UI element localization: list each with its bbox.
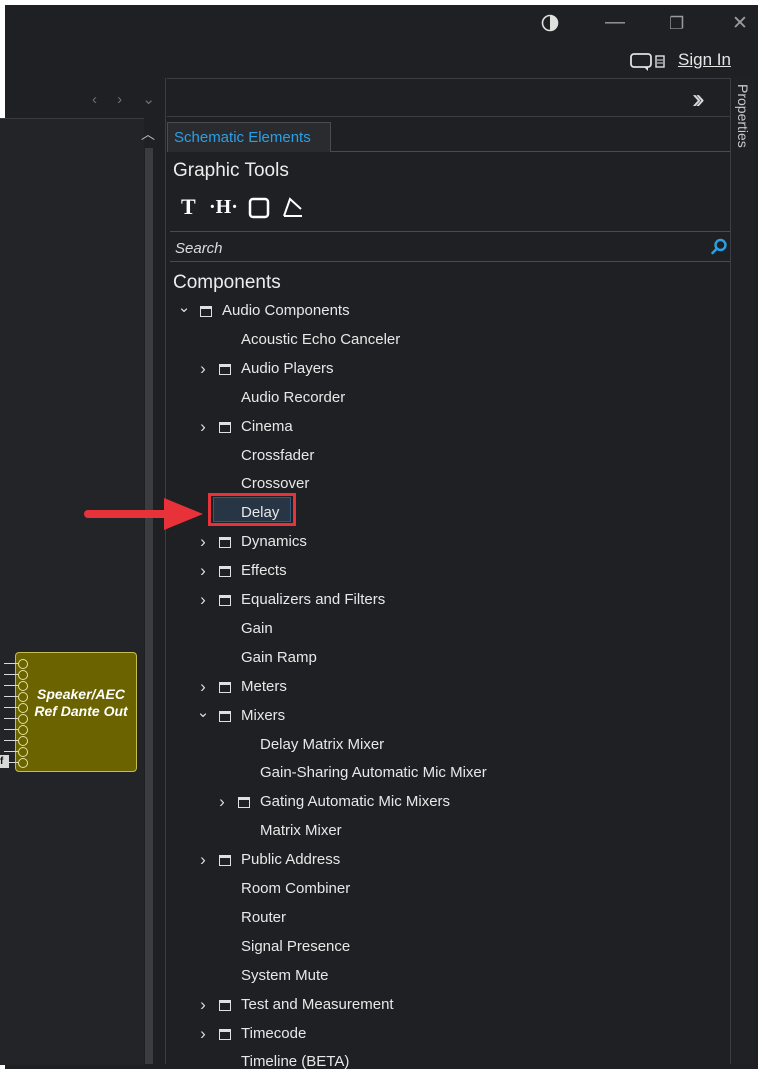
input-pin[interactable] [18, 692, 28, 702]
vertical-scrollbar[interactable] [145, 148, 153, 1064]
input-pin[interactable] [18, 758, 28, 768]
chevron-down-icon[interactable]: ⌄ [196, 703, 210, 729]
rectangle-tool-icon[interactable] [248, 197, 270, 224]
graphic-tools-title: Graphic Tools [173, 160, 289, 181]
folder-icon [219, 422, 231, 433]
panel-top-bar [167, 78, 730, 117]
input-pin[interactable] [18, 736, 28, 746]
tree-item-label: Delay Matrix Mixer [260, 736, 385, 753]
tree-item-label: Timecode [241, 1025, 307, 1042]
pin-wire [4, 718, 18, 719]
tree-item-label: Test and Measurement [241, 996, 394, 1013]
folder-icon [219, 595, 231, 606]
chevron-right-icon[interactable]: › [196, 992, 210, 1018]
contrast-icon[interactable] [541, 14, 559, 32]
tree-item-label: Equalizers and Filters [241, 591, 386, 608]
input-pin[interactable] [18, 670, 28, 680]
pin-wire [4, 729, 18, 730]
minimize-button[interactable]: — [605, 12, 625, 32]
tree-item-label: Crossfader [241, 447, 315, 464]
tree-item-label: Audio Players [241, 360, 334, 377]
tree-item-label: Mixers [241, 707, 286, 724]
tree-item-label: System Mute [241, 967, 329, 984]
text-tool-icon[interactable]: T [181, 194, 196, 220]
folder-icon [238, 797, 250, 808]
tree-item-label: Effects [241, 562, 287, 579]
net-tool-icon[interactable]: ·H· [209, 196, 238, 219]
chevron-down-icon[interactable]: ⌄ [177, 298, 191, 324]
tree-item-label: Audio Recorder [241, 389, 346, 406]
pointer-arrow-icon [82, 494, 206, 539]
properties-strip[interactable] [730, 78, 754, 1064]
tab-divider [331, 151, 730, 152]
input-pin[interactable] [18, 725, 28, 735]
chevron-right-icon[interactable]: › [196, 1021, 210, 1047]
panel-divider[interactable] [165, 78, 166, 1064]
polygon-tool-icon[interactable] [281, 196, 305, 223]
chevron-right-icon[interactable]: › [215, 789, 229, 815]
input-pin[interactable] [18, 703, 28, 713]
pin-wire [4, 740, 18, 741]
close-button[interactable]: ✕ [732, 14, 748, 34]
input-pin[interactable] [18, 714, 28, 724]
tree-item-label: Timeline (BETA) [241, 1053, 350, 1070]
folder-icon [219, 711, 231, 722]
input-pin[interactable] [18, 681, 28, 691]
tree-item-label: Meters [241, 678, 287, 695]
components-title: Components [173, 272, 281, 293]
chevron-right-icon[interactable]: › [196, 558, 210, 584]
chevron-right-icon[interactable]: › [196, 674, 210, 700]
schematic-canvas[interactable] [0, 118, 144, 1065]
highlight-box [208, 493, 296, 526]
tree-item-label: Public Address [241, 851, 341, 868]
tree-item-label: Router [241, 909, 287, 926]
pin-wire [4, 751, 18, 752]
chevron-right-icon[interactable]: › [196, 847, 210, 873]
block-label: Speaker/AEC Ref Dante Out [34, 686, 128, 719]
tree-item-label: Room Combiner [241, 880, 351, 897]
folder-icon [219, 682, 231, 693]
pin-wire [4, 707, 18, 708]
folder-icon [219, 1000, 231, 1011]
folder-icon [219, 566, 231, 577]
tab-schematic-elements[interactable]: Schematic Elements [167, 122, 331, 152]
pin-wire [4, 674, 18, 675]
folder-icon [219, 1029, 231, 1040]
tree-item-label: Dynamics [241, 533, 307, 550]
expand-panel-icon[interactable]: ›› [692, 85, 704, 113]
chevron-right-icon[interactable]: › [196, 414, 210, 440]
pin-wire [4, 685, 18, 686]
feedback-icon[interactable] [630, 52, 670, 77]
folder-icon [219, 537, 231, 548]
folder-icon [219, 364, 231, 375]
tree-item-label: Audio Components [222, 302, 350, 319]
folder-icon [219, 855, 231, 866]
pin-wire [4, 696, 18, 697]
search-input[interactable] [173, 236, 697, 260]
tree-item-label: Gain Ramp [241, 649, 317, 666]
input-pin[interactable] [18, 659, 28, 669]
chevron-right-icon[interactable]: › [196, 587, 210, 613]
folder-icon [200, 306, 212, 317]
navigation-arrows[interactable]: ‹ › ⌄ [92, 90, 163, 108]
tree-item-label: Gain-Sharing Automatic Mic Mixer [260, 764, 487, 781]
restore-button[interactable]: ❐ [669, 14, 684, 34]
scroll-up-icon[interactable]: ︿ [141, 124, 155, 144]
input-pin[interactable] [18, 747, 28, 757]
sign-in-link[interactable]: Sign In [678, 50, 731, 70]
tree-item-label: Gain [241, 620, 273, 637]
ref-tag: f [0, 755, 9, 768]
tree-item-label: Cinema [241, 418, 293, 435]
tree-item-label: Acoustic Echo Canceler [241, 331, 401, 348]
tree-item-label: Matrix Mixer [260, 822, 342, 839]
properties-label[interactable]: Properties [735, 84, 751, 148]
pin-wire [4, 663, 18, 664]
search-icon[interactable] [710, 238, 728, 261]
tree-item-label: Gating Automatic Mic Mixers [260, 793, 451, 810]
tree-item-label: Signal Presence [241, 938, 351, 955]
chevron-right-icon[interactable]: › [196, 356, 210, 382]
